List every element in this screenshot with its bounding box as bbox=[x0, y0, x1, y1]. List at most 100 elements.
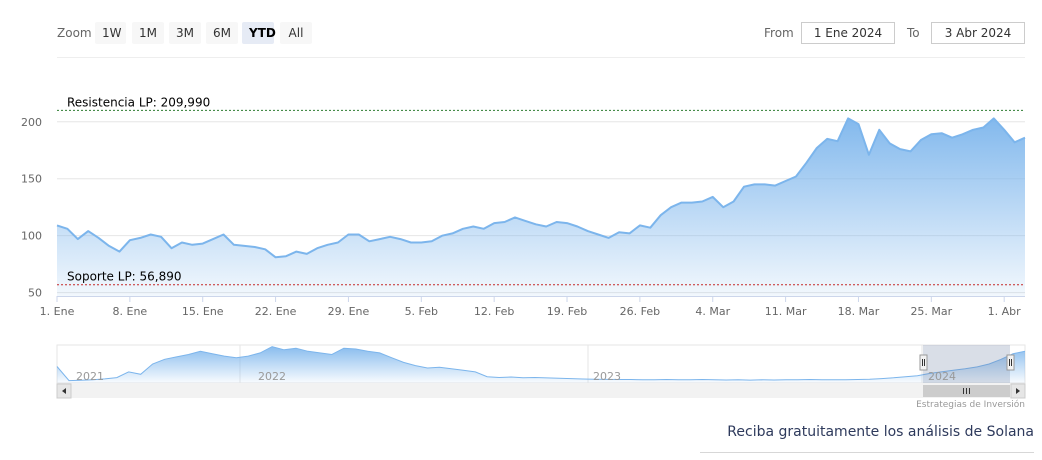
cta-link[interactable]: Reciba gratuitamente los análisis de Sol… bbox=[727, 424, 1034, 440]
data-point[interactable] bbox=[148, 232, 153, 237]
data-point[interactable] bbox=[398, 237, 403, 242]
data-point[interactable] bbox=[221, 232, 226, 237]
data-point[interactable] bbox=[721, 205, 726, 210]
data-point[interactable] bbox=[533, 222, 538, 227]
data-point[interactable] bbox=[554, 220, 559, 225]
data-point[interactable] bbox=[325, 242, 330, 247]
data-point[interactable] bbox=[950, 135, 955, 140]
data-point[interactable] bbox=[273, 255, 278, 260]
data-point[interactable] bbox=[65, 226, 70, 231]
data-point[interactable] bbox=[471, 224, 476, 229]
data-point[interactable] bbox=[242, 243, 247, 248]
zoom-button-3m[interactable]: 3M bbox=[169, 22, 201, 44]
data-point[interactable] bbox=[200, 241, 205, 246]
data-point[interactable] bbox=[1002, 127, 1007, 132]
data-point[interactable] bbox=[689, 200, 694, 205]
data-point[interactable] bbox=[637, 223, 642, 228]
data-point[interactable] bbox=[731, 199, 736, 204]
data-point[interactable] bbox=[825, 136, 830, 141]
data-point[interactable] bbox=[304, 251, 309, 256]
data-point[interactable] bbox=[367, 239, 372, 244]
scroll-right-button[interactable] bbox=[1010, 383, 1026, 399]
data-point[interactable] bbox=[86, 229, 91, 234]
data-point[interactable] bbox=[846, 116, 851, 121]
data-point[interactable] bbox=[231, 242, 236, 247]
data-point[interactable] bbox=[429, 239, 434, 244]
data-point[interactable] bbox=[440, 233, 445, 238]
zoom-button-1w[interactable]: 1W bbox=[95, 22, 126, 44]
data-point[interactable] bbox=[315, 246, 320, 251]
data-point[interactable] bbox=[606, 235, 611, 240]
data-point[interactable] bbox=[138, 235, 143, 240]
data-point[interactable] bbox=[211, 237, 216, 242]
data-point[interactable] bbox=[117, 249, 122, 254]
data-point[interactable] bbox=[669, 205, 674, 210]
data-point[interactable] bbox=[388, 234, 393, 239]
data-point[interactable] bbox=[960, 132, 965, 137]
data-point[interactable] bbox=[107, 243, 112, 248]
to-date-input[interactable]: 3 Abr 2024 bbox=[931, 22, 1025, 44]
data-point[interactable] bbox=[75, 237, 80, 242]
data-point[interactable] bbox=[856, 122, 861, 127]
data-point[interactable] bbox=[169, 246, 174, 251]
data-point[interactable] bbox=[294, 249, 299, 254]
data-point[interactable] bbox=[96, 235, 101, 240]
data-point[interactable] bbox=[284, 254, 289, 259]
from-date-input[interactable]: 1 Ene 2024 bbox=[801, 22, 895, 44]
data-point[interactable] bbox=[356, 232, 361, 237]
data-point[interactable] bbox=[700, 199, 705, 204]
data-point[interactable] bbox=[419, 240, 424, 245]
data-point[interactable] bbox=[908, 149, 913, 154]
data-point[interactable] bbox=[159, 234, 164, 239]
navigator-handle-right[interactable] bbox=[1006, 354, 1015, 371]
data-point[interactable] bbox=[794, 174, 799, 179]
data-point[interactable] bbox=[617, 230, 622, 235]
data-point[interactable] bbox=[835, 139, 840, 144]
data-point[interactable] bbox=[991, 116, 996, 121]
zoom-button-all[interactable]: All bbox=[280, 22, 312, 44]
data-point[interactable] bbox=[460, 226, 465, 231]
scroll-left-button[interactable] bbox=[56, 383, 72, 399]
navigator[interactable]: 2021 2022 2023 2024 bbox=[0, 340, 1042, 400]
data-point[interactable] bbox=[627, 231, 632, 236]
data-point[interactable] bbox=[762, 182, 767, 187]
data-point[interactable] bbox=[929, 132, 934, 137]
data-point[interactable] bbox=[55, 223, 60, 228]
data-point[interactable] bbox=[939, 131, 944, 136]
data-point[interactable] bbox=[710, 194, 715, 199]
chart-credit[interactable]: Estrategias de Inversión bbox=[916, 400, 1025, 410]
data-point[interactable] bbox=[585, 229, 590, 234]
data-point[interactable] bbox=[866, 152, 871, 157]
data-point[interactable] bbox=[450, 231, 455, 236]
data-point[interactable] bbox=[918, 138, 923, 143]
data-point[interactable] bbox=[502, 220, 507, 225]
data-point[interactable] bbox=[190, 242, 195, 247]
data-point[interactable] bbox=[179, 240, 184, 245]
scrollbar-track[interactable] bbox=[57, 384, 1025, 398]
zoom-button-ytd[interactable]: YTD bbox=[242, 22, 276, 44]
data-point[interactable] bbox=[648, 225, 653, 230]
data-point[interactable] bbox=[971, 127, 976, 132]
data-point[interactable] bbox=[887, 141, 892, 146]
data-point[interactable] bbox=[877, 127, 882, 132]
zoom-button-1m[interactable]: 1M bbox=[132, 22, 164, 44]
data-point[interactable] bbox=[127, 238, 132, 243]
data-point[interactable] bbox=[252, 245, 257, 250]
data-point[interactable] bbox=[377, 237, 382, 242]
data-point[interactable] bbox=[1012, 140, 1017, 145]
data-point[interactable] bbox=[783, 179, 788, 184]
data-point[interactable] bbox=[544, 224, 549, 229]
data-point[interactable] bbox=[408, 240, 413, 245]
data-point[interactable] bbox=[492, 221, 497, 226]
data-point[interactable] bbox=[575, 224, 580, 229]
data-point[interactable] bbox=[898, 147, 903, 152]
data-point[interactable] bbox=[679, 200, 684, 205]
data-point[interactable] bbox=[752, 182, 757, 187]
navigator-handle-left[interactable] bbox=[919, 354, 928, 371]
data-point[interactable] bbox=[513, 215, 518, 220]
data-point[interactable] bbox=[658, 213, 663, 218]
data-point[interactable] bbox=[742, 184, 747, 189]
data-point[interactable] bbox=[1023, 135, 1028, 140]
data-point[interactable] bbox=[523, 218, 528, 223]
price-chart[interactable]: Resistencia LP: 209,990 Soporte LP: 56,89… bbox=[0, 60, 1042, 330]
